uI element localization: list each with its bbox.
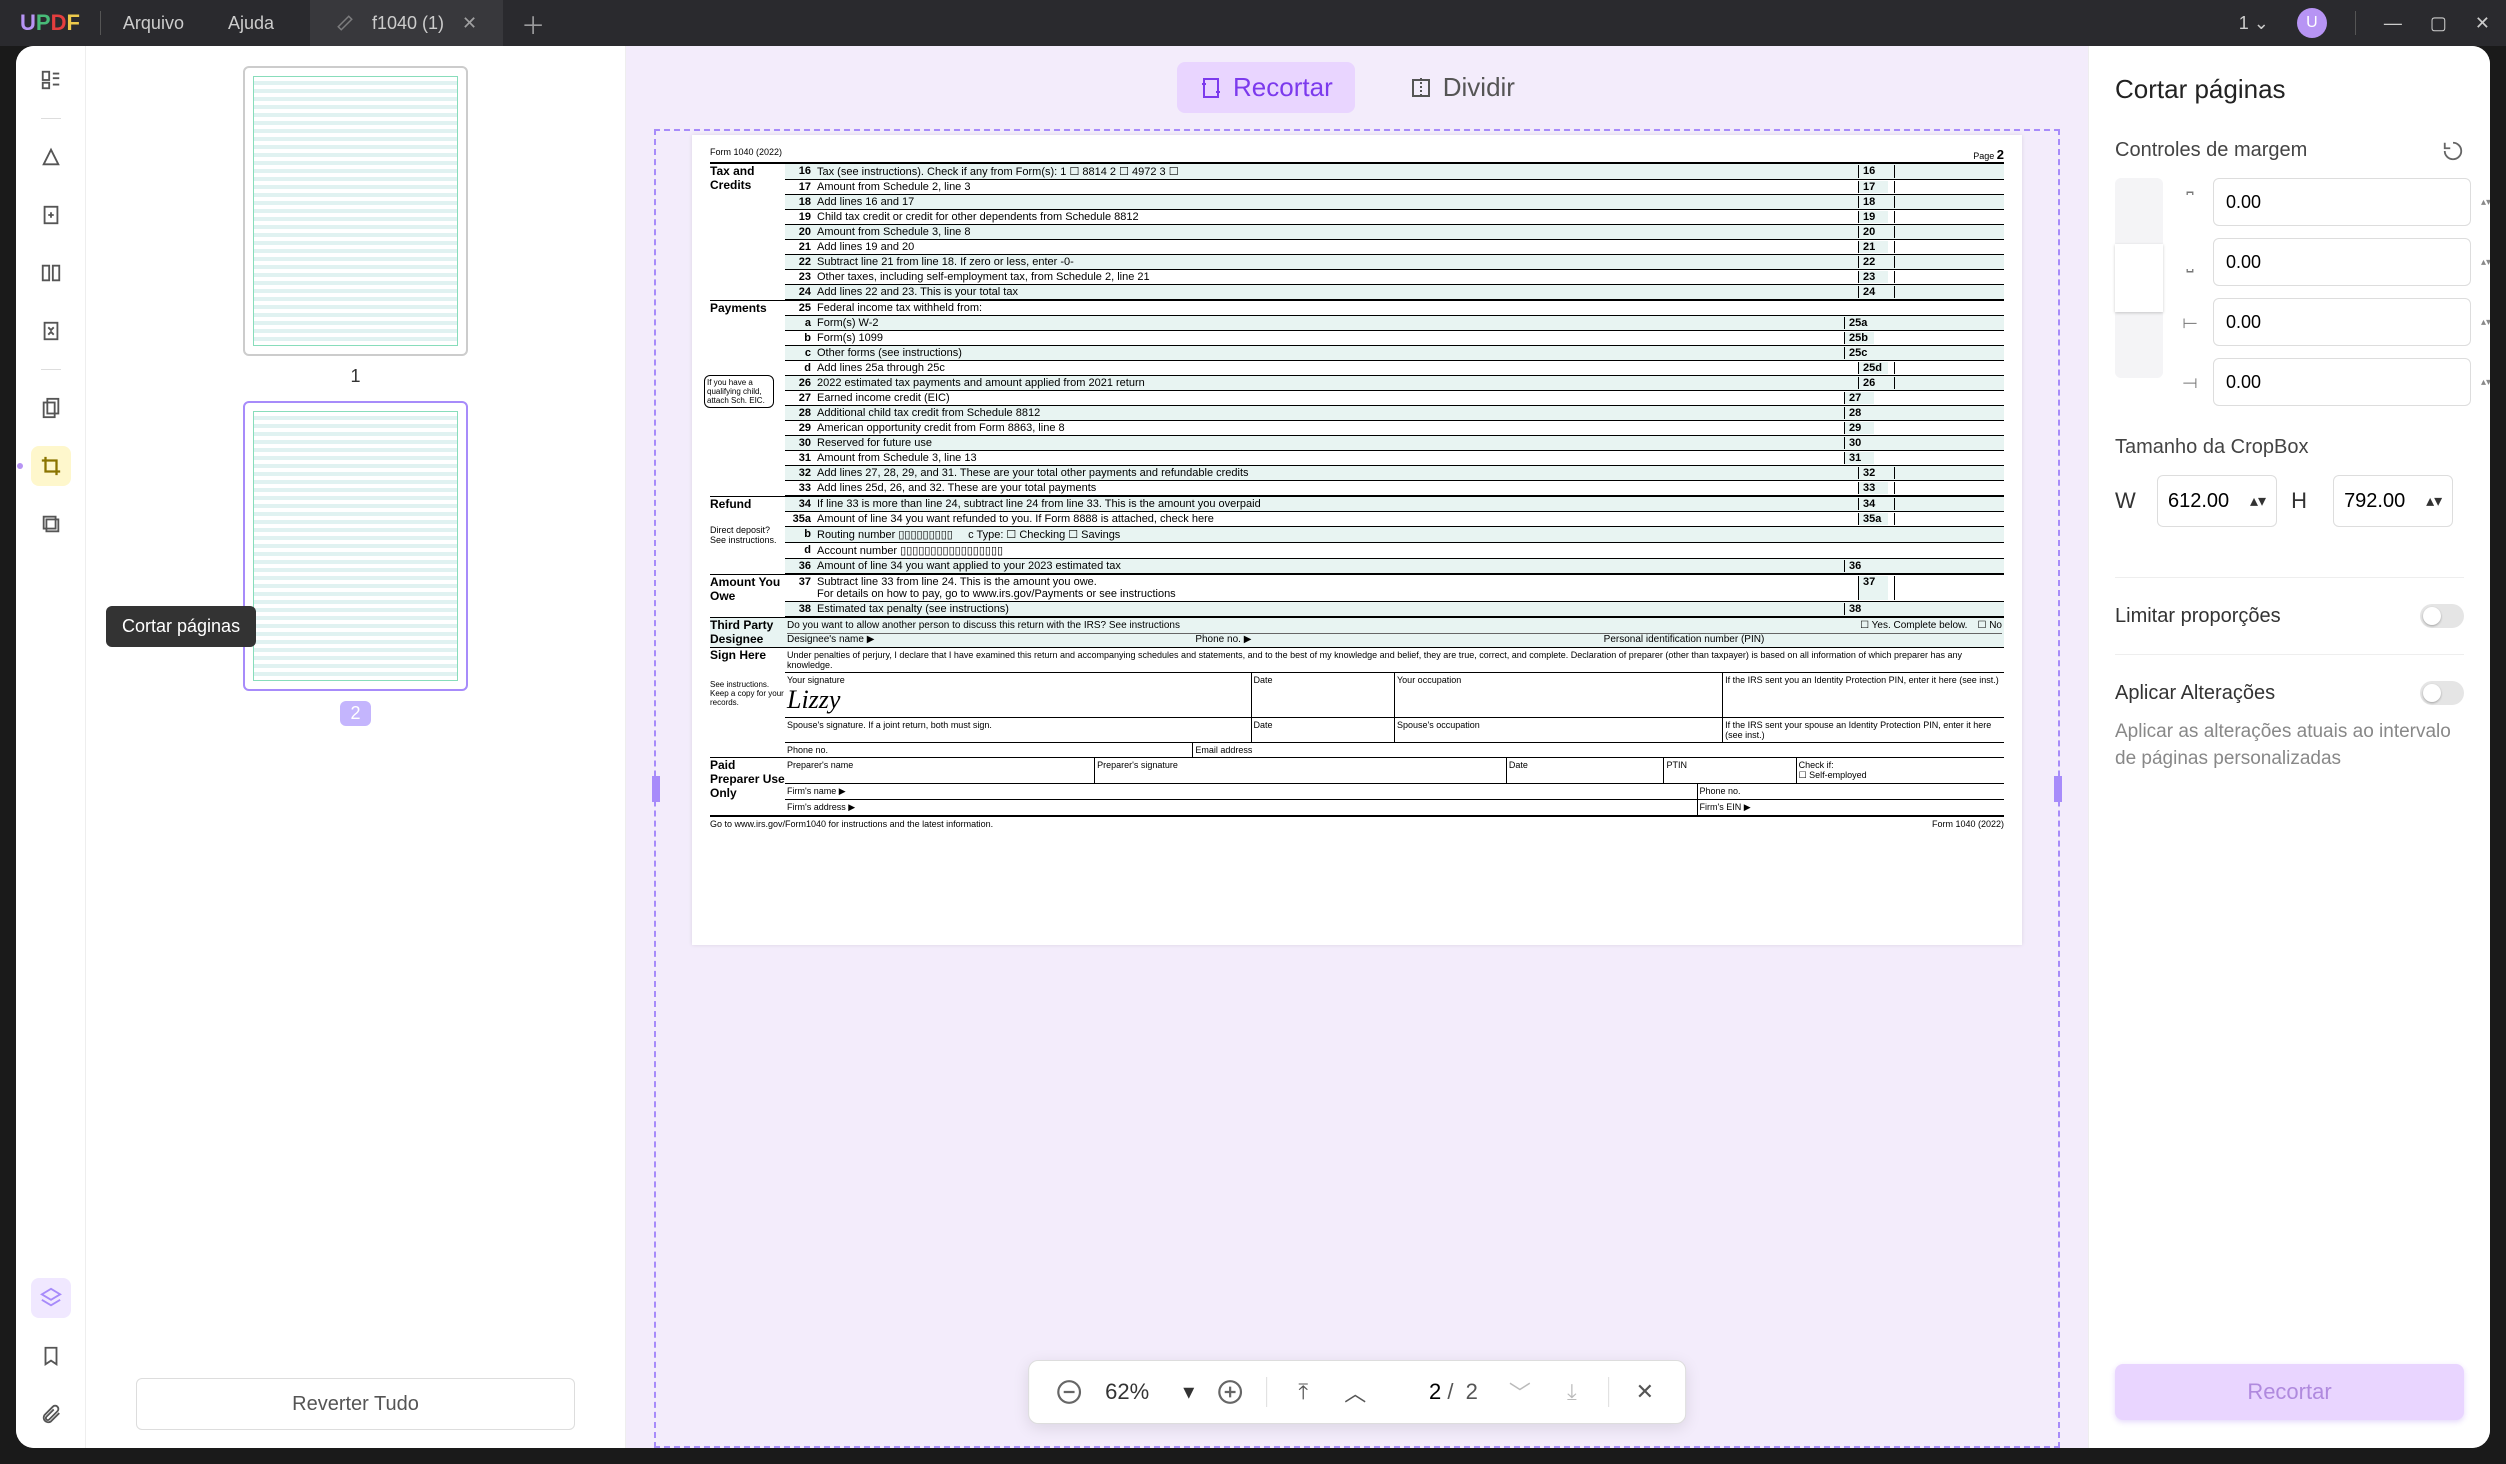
apply-changes-toggle[interactable] (2420, 681, 2464, 705)
thumbnail-pane: 1 2 Reverter Tudo (86, 46, 626, 1448)
height-input[interactable] (2344, 490, 2426, 513)
highlight-tool[interactable] (31, 137, 71, 177)
unsaved-icon (336, 14, 354, 32)
rotate-tool[interactable] (31, 388, 71, 428)
revert-all-button[interactable]: Reverter Tudo (136, 1378, 575, 1430)
maximize-button[interactable]: ▢ (2430, 13, 2447, 34)
prev-page-button[interactable]: ︿ (1339, 1376, 1371, 1408)
mode-tabs: Recortar Dividir (626, 46, 2088, 129)
close-toolbar-button[interactable]: ✕ (1629, 1376, 1661, 1408)
attachment-tool[interactable] (31, 1394, 71, 1434)
thumbnail-page-2[interactable] (243, 401, 468, 691)
margin-header: Controles de margem (2115, 139, 2307, 162)
bottom-toolbar: 62%▾ ⤒ ︿ / 2 ﹀ ⤓ ✕ (1028, 1360, 1686, 1424)
crop-pages-tool[interactable] (31, 446, 71, 486)
zoom-out-button[interactable] (1053, 1376, 1085, 1408)
cropbox-header: Tamanho da CropBox (2115, 436, 2308, 459)
margin-left-input[interactable] (2213, 298, 2471, 346)
minimize-button[interactable]: — (2384, 13, 2402, 34)
separator (2355, 11, 2356, 35)
mode-crop[interactable]: Recortar (1177, 62, 1355, 113)
crop-handle-right[interactable] (2054, 776, 2062, 802)
thumbnail-label: 2 (340, 701, 370, 726)
margin-right-icon: ⟞ (2177, 372, 2203, 393)
menu-ajuda[interactable]: Ajuda (206, 13, 296, 34)
margin-top-input[interactable] (2213, 178, 2471, 226)
duplicate-tool[interactable] (31, 504, 71, 544)
page-indicator: / 2 (1391, 1379, 1484, 1405)
lock-aspect-toggle[interactable] (2420, 604, 2464, 628)
document-area[interactable]: Form 1040 (2022)Page 2 Tax and Credits 1… (626, 129, 2088, 1448)
thumbnails-tool[interactable] (31, 60, 71, 100)
spinner[interactable]: ▴▾ (2250, 491, 2266, 511)
separator (1266, 1377, 1267, 1407)
chevron-down-icon: ▾ (1183, 1379, 1194, 1405)
spinner[interactable]: ▴▾ (2426, 491, 2442, 511)
close-window-button[interactable]: ✕ (2475, 13, 2490, 34)
mode-crop-label: Recortar (1233, 72, 1333, 103)
width-label: W (2115, 488, 2143, 514)
crop-action-button[interactable]: Recortar (2115, 1364, 2464, 1420)
zoom-in-button[interactable] (1214, 1376, 1246, 1408)
mode-split[interactable]: Dividir (1387, 62, 1537, 113)
thumbnail-label: 1 (243, 366, 468, 387)
bookmark-tool[interactable] (31, 1336, 71, 1376)
thumbnail-page-1[interactable] (243, 66, 468, 356)
pdf-page: Form 1040 (2022)Page 2 Tax and Credits 1… (692, 135, 2022, 945)
menu-arquivo[interactable]: Arquivo (101, 13, 206, 34)
right-panel: Cortar páginas Controles de margem ⎴ ▴▾ ⎵… (2088, 46, 2490, 1448)
apply-changes-label: Aplicar Alterações (2115, 682, 2275, 705)
close-tab-icon[interactable]: ✕ (462, 13, 477, 34)
mode-split-label: Dividir (1443, 72, 1515, 103)
width-input[interactable] (2168, 490, 2250, 513)
page-input[interactable] (1391, 1379, 1441, 1405)
margin-bottom-icon: ⎵ (2177, 252, 2203, 273)
reset-margins-icon[interactable] (2442, 140, 2464, 162)
tool-column (16, 46, 86, 1448)
height-label: H (2291, 488, 2319, 514)
apply-changes-note: Aplicar as alterações atuais ao interval… (2115, 719, 2464, 772)
margin-bottom-input[interactable] (2213, 238, 2471, 286)
spinner[interactable]: ▴▾ (2481, 257, 2490, 268)
spinner[interactable]: ▴▾ (2481, 317, 2490, 328)
split-icon (1409, 76, 1433, 100)
crop-icon (1199, 76, 1223, 100)
document-tab[interactable]: f1040 (1) ✕ (310, 0, 503, 46)
next-page-button[interactable]: ﹀ (1504, 1376, 1536, 1408)
canvas: Recortar Dividir Form 1040 (2022)Page 2 … (626, 46, 2088, 1448)
tab-count[interactable]: 1 ⌄ (2239, 13, 2269, 34)
tab-title: f1040 (1) (372, 13, 444, 34)
margin-right-input[interactable] (2213, 358, 2471, 406)
margin-preview (2115, 178, 2163, 378)
separator (1608, 1377, 1609, 1407)
spinner[interactable]: ▴▾ (2481, 197, 2490, 208)
lock-aspect-label: Limitar proporções (2115, 605, 2281, 628)
tool-separator (41, 369, 61, 370)
last-page-button[interactable]: ⤓ (1556, 1376, 1588, 1408)
margin-top-icon: ⎴ (2177, 192, 2203, 213)
tool-tooltip: Cortar páginas (106, 606, 256, 647)
logo: UPDF (0, 10, 100, 36)
title-bar: UPDF Arquivo Ajuda f1040 (1) ✕ ＋ 1 ⌄ U —… (0, 0, 2506, 46)
extract-tool[interactable] (31, 195, 71, 235)
avatar[interactable]: U (2297, 8, 2327, 38)
panel-title: Cortar páginas (2115, 74, 2464, 105)
tool-separator (41, 118, 61, 119)
chevron-down-icon: ⌄ (2254, 13, 2269, 33)
replace-tool[interactable] (31, 311, 71, 351)
divider (2115, 654, 2464, 655)
divider (2115, 577, 2464, 578)
first-page-button[interactable]: ⤒ (1287, 1376, 1319, 1408)
app-body: Cortar páginas 1 2 Reverter Tudo Recorta… (16, 46, 2490, 1448)
new-tab-button[interactable]: ＋ (503, 6, 563, 41)
layers-tool[interactable] (31, 1278, 71, 1318)
crop-handle-left[interactable] (652, 776, 660, 802)
margin-left-icon: ⟝ (2177, 312, 2203, 333)
zoom-select[interactable]: 62%▾ (1105, 1379, 1194, 1405)
split-tool[interactable] (31, 253, 71, 293)
spinner[interactable]: ▴▾ (2481, 377, 2490, 388)
